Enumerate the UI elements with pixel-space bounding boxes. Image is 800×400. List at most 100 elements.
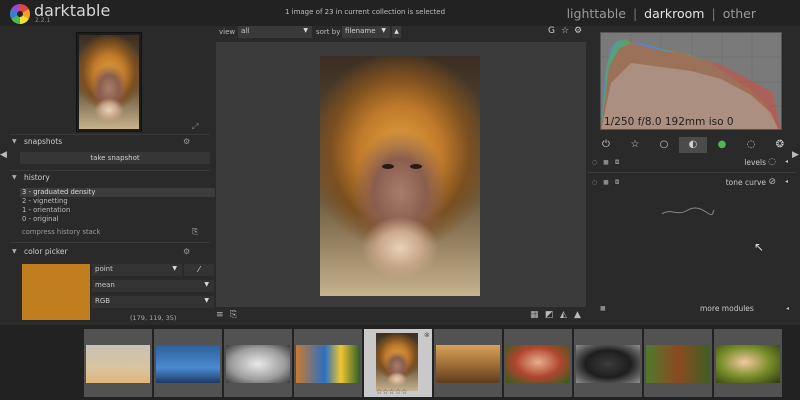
module-expand-icon[interactable]: ◂ [785, 158, 788, 165]
app-version: 2.2.1 [35, 17, 51, 24]
main-image[interactable] [320, 56, 480, 296]
thumb-image-girl [506, 345, 570, 383]
circle-icon[interactable]: ○ [650, 137, 678, 153]
module-toggles-icon[interactable]: ○ ■ ◘ [592, 179, 621, 186]
more-modules-arrow-icon[interactable]: ◂ [786, 305, 789, 312]
image-detail [382, 164, 394, 169]
picker-statistic-select[interactable]: mean ▼ [92, 280, 214, 292]
color-assessment-icon[interactable]: ▦ [530, 310, 539, 320]
more-modules-toggle-icon[interactable]: ■ [600, 305, 606, 312]
filmstrip-thumb-selected[interactable]: ☆☆☆☆☆ ⊗ [364, 329, 432, 397]
chevron-down-icon: ▼ [381, 27, 386, 34]
color-icon[interactable]: ● [708, 137, 736, 153]
thumb-image-biplane [86, 345, 150, 383]
view-filter-value: all [241, 27, 250, 35]
reject-icon[interactable]: ⊗ [424, 331, 430, 339]
view-separator: | [632, 6, 638, 21]
center-top-toolbar: view all ▼ sort by filename ▼ ▲ G ☆ ⚙ [216, 26, 586, 40]
zoom-fit-icon[interactable]: ⤢ [192, 122, 202, 131]
take-snapshot-button[interactable]: take snapshot [20, 152, 210, 164]
history-header[interactable]: ▼ history [10, 173, 210, 185]
picked-color-swatch [22, 264, 90, 320]
image-detail [410, 164, 422, 169]
history-item[interactable]: 0 - original [20, 215, 215, 224]
thumb-image-statue [226, 345, 290, 383]
effect-icon[interactable]: ❂ [766, 137, 794, 153]
filmstrip-thumb[interactable] [294, 329, 362, 397]
left-panel: ⤢ ▼ snapshots ⚙ take snapshot ▼ history … [10, 28, 215, 322]
correct-icon[interactable]: ◌ [737, 137, 765, 153]
chevron-down-icon: ▼ [204, 297, 209, 304]
pipette-icon[interactable]: ⁄ [184, 264, 214, 276]
module-tone-curve[interactable]: ○ ■ ◘ tone curve ⊘ ◂ [588, 177, 796, 191]
collapse-triangle-icon: ▼ [12, 138, 17, 145]
filmstrip-thumb[interactable] [574, 329, 642, 397]
filmstrip-thumb[interactable] [504, 329, 572, 397]
picker-statistic-value: mean [95, 281, 115, 289]
module-name: levels [744, 158, 766, 167]
more-modules-button[interactable]: more modules [700, 304, 754, 313]
tone-icon[interactable]: ◐ [679, 137, 707, 153]
quick-access-menu-icon[interactable]: ≡ [216, 310, 224, 320]
chevron-down-icon: ▼ [303, 27, 308, 34]
history-item[interactable]: 2 - vignetting [20, 197, 215, 206]
navigation-image [79, 35, 139, 129]
sort-by-label: sort by [316, 28, 341, 36]
exif-readout: 1/250 f/8.0 192mm iso 0 [604, 116, 734, 128]
history-title: history [24, 173, 50, 182]
view-filter-select[interactable]: all ▼ [238, 26, 312, 38]
module-reset-icon[interactable]: ◌ [768, 157, 776, 167]
color-picker-title: color picker [24, 247, 68, 256]
styles-icon[interactable]: ⎘ [230, 310, 237, 320]
color-picker-presets-icon[interactable]: ⚙ [183, 247, 190, 256]
thumb-image-woman [716, 345, 780, 383]
filmstrip-thumb[interactable] [224, 329, 292, 397]
module-expand-icon[interactable]: ◂ [785, 178, 788, 185]
snapshots-header[interactable]: ▼ snapshots ⚙ [10, 137, 210, 149]
chevron-down-icon: ▼ [204, 281, 209, 288]
view-separator: | [711, 6, 716, 21]
picker-mode-value: point [95, 265, 113, 273]
power-icon[interactable]: ⏻ [592, 137, 620, 153]
star-rating-icon[interactable]: ☆☆☆☆☆ [376, 388, 407, 396]
view-other[interactable]: other [723, 6, 756, 21]
divider [588, 172, 796, 173]
picker-model-value: RGB [95, 297, 111, 305]
navigation-thumbnail[interactable] [76, 32, 142, 132]
preferences-gear-icon[interactable]: ⚙ [574, 26, 582, 36]
color-picker-header[interactable]: ▼ color picker ⚙ [10, 247, 210, 259]
softproof-icon[interactable]: ◩ [545, 310, 554, 320]
history-item[interactable]: 3 - graduated density [20, 188, 215, 197]
module-levels[interactable]: ○ ■ ◘ levels ◌ ◂ [588, 157, 796, 171]
filmstrip-thumb[interactable] [714, 329, 782, 397]
snapshots-presets-icon[interactable]: ⚙ [183, 137, 190, 146]
module-reset-icon[interactable]: ⊘ [768, 177, 776, 187]
module-toggles-icon[interactable]: ○ ■ ◘ [592, 159, 621, 166]
filmstrip-thumb[interactable] [84, 329, 152, 397]
picker-model-select[interactable]: RGB ▼ [92, 296, 214, 308]
gamut-check-icon[interactable]: ◭ [560, 310, 567, 320]
overexposed-warning-icon[interactable]: ▲ [574, 310, 581, 320]
darktable-signature-icon [661, 207, 715, 216]
view-lighttable[interactable]: lighttable [567, 6, 626, 21]
sort-direction-button[interactable]: ▲ [392, 26, 401, 38]
view-darkroom[interactable]: darkroom [644, 6, 704, 21]
star-icon[interactable]: ☆ [561, 26, 569, 36]
thumb-image-bison [436, 345, 500, 383]
grouping-icon[interactable]: G [548, 26, 555, 36]
mouse-cursor-icon: ↖ [754, 240, 765, 254]
view-filter-label: view [219, 28, 236, 36]
picker-mode-select[interactable]: point ▼ [92, 264, 182, 276]
filmstrip-thumb[interactable] [434, 329, 502, 397]
center-view [216, 42, 586, 307]
module-name: tone curve [725, 178, 766, 187]
filmstrip-thumb[interactable] [154, 329, 222, 397]
history-item[interactable]: 1 - orientation [20, 206, 215, 215]
filmstrip-thumb[interactable] [644, 329, 712, 397]
star-icon[interactable]: ☆ [621, 137, 649, 153]
thumb-image-parrot [296, 345, 360, 383]
sort-by-select[interactable]: filename ▼ [342, 26, 390, 38]
collapse-left-panel-icon[interactable]: ◀ [0, 150, 7, 160]
compress-history-button[interactable]: compress history stack [22, 228, 100, 236]
create-style-icon[interactable]: ⎘ [192, 227, 198, 237]
